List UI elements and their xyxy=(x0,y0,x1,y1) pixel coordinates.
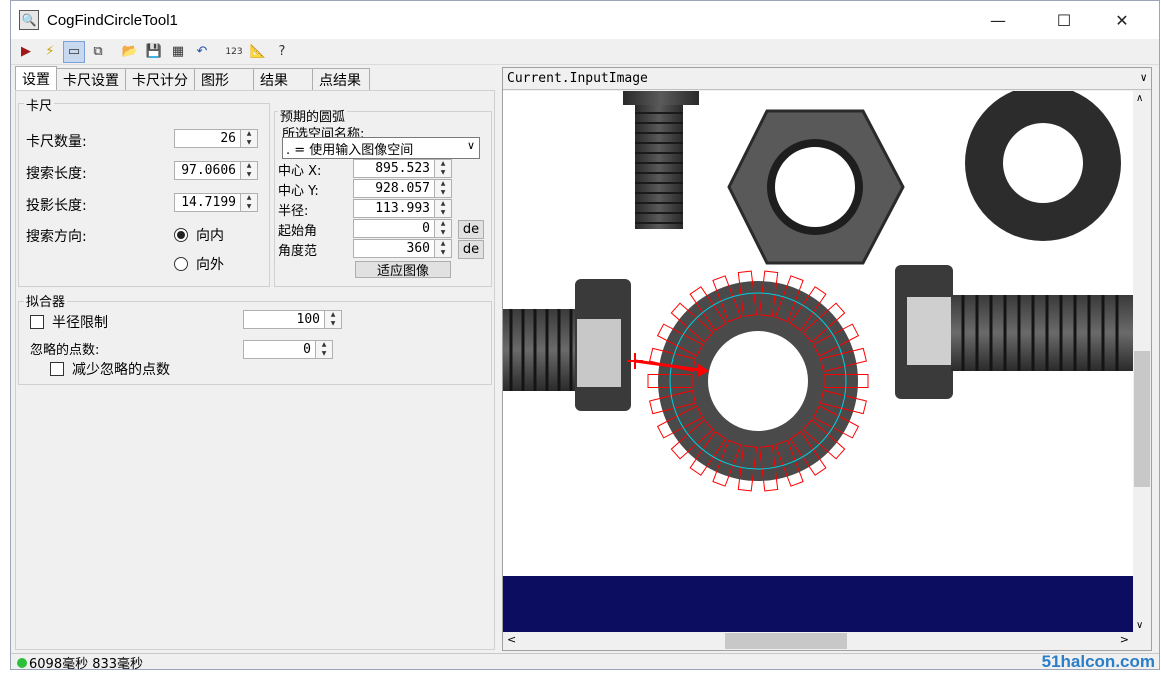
tab-caliper-scoring[interactable]: 卡尺计分 xyxy=(125,68,195,90)
search-length-value[interactable]: 97.0606 xyxy=(174,161,241,180)
start-angle-stepper[interactable]: 0 ▲ ▼ xyxy=(353,219,452,238)
start-angle-label: 起始角 xyxy=(278,224,318,239)
radius-label: 半径: xyxy=(278,204,309,219)
number-icon[interactable]: 123 xyxy=(223,41,245,63)
scroll-left-icon[interactable]: < xyxy=(507,633,516,646)
projection-length-label: 投影长度: xyxy=(26,198,87,214)
radius-limit-label: 半径限制 xyxy=(52,315,108,331)
toolbar: ▶ ⚡ ▭ ⧉ 📂 💾 ▦ ↶ 123 📐 ? xyxy=(11,39,1159,65)
horizontal-scroll-thumb[interactable] xyxy=(725,633,847,649)
status-text: 6098毫秒 833毫秒 xyxy=(29,657,144,672)
center-x-label: 中心 X: xyxy=(278,164,322,179)
image-source-value: Current.InputImage xyxy=(507,71,648,86)
chevron-down-icon: ∨ xyxy=(466,139,475,152)
watermark: 51halcon.com xyxy=(1041,652,1155,671)
image-canvas[interactable] xyxy=(503,91,1133,633)
tab-strip: 设置 卡尺设置 卡尺计分 图形 结果 点结果 xyxy=(15,66,370,90)
close-button[interactable]: ✕ xyxy=(1093,1,1151,39)
direction-outward-label: 向外 xyxy=(196,257,224,273)
tab-caliper-settings[interactable]: 卡尺设置 xyxy=(56,68,126,90)
open-icon[interactable]: 📂 xyxy=(119,41,141,63)
start-angle-value[interactable]: 0 xyxy=(353,219,435,238)
window-title: CogFindCircleTool1 xyxy=(47,11,178,29)
ignore-points-value[interactable]: 0 xyxy=(243,340,316,359)
ring-nut xyxy=(965,91,1121,241)
tab-graphics[interactable]: 图形 xyxy=(194,68,254,90)
image-display[interactable]: Current.InputImage ∨ ∧ ∨ < > xyxy=(502,67,1152,651)
radius-stepper[interactable]: 113.993 ▲ ▼ xyxy=(353,199,452,218)
center-x-value[interactable]: 895.523 xyxy=(353,159,435,178)
chevron-down-icon: ∨ xyxy=(1140,71,1147,84)
angle-span-label: 角度范 xyxy=(278,244,318,259)
center-y-stepper[interactable]: 928.057 ▲ ▼ xyxy=(353,179,452,198)
washer xyxy=(658,281,858,481)
search-length-label: 搜索长度: xyxy=(26,166,87,182)
minimize-button[interactable]: — xyxy=(969,1,1027,39)
input-image xyxy=(503,91,1133,633)
direction-outward-radio[interactable]: 向外 xyxy=(174,254,224,274)
grid-icon[interactable]: ▦ xyxy=(167,41,189,63)
image-source-select[interactable]: Current.InputImage ∨ xyxy=(503,68,1151,90)
angle-span-unit-button[interactable]: de xyxy=(458,240,484,259)
save-icon[interactable]: 💾 xyxy=(143,41,165,63)
start-angle-unit-button[interactable]: de xyxy=(458,220,484,239)
title-bar: 🔍 CogFindCircleTool1 — ☐ ✕ xyxy=(11,1,1159,39)
caliper-count-value[interactable]: 26 xyxy=(174,129,241,148)
vertical-scroll-thumb[interactable] xyxy=(1134,351,1150,487)
center-y-value[interactable]: 928.057 xyxy=(353,179,435,198)
tab-results[interactable]: 结果 xyxy=(253,68,313,90)
search-direction-label: 搜索方向: xyxy=(26,229,87,245)
projection-length-stepper[interactable]: 14.7199 ▲ ▼ xyxy=(174,193,258,212)
scroll-down-icon[interactable]: ∨ xyxy=(1136,620,1143,631)
caliper-group-title: 卡尺 xyxy=(24,95,55,114)
settings-panel: 卡尺 卡尺数量: 26 ▲ ▼ 搜索长度: 97.0606 ▲ ▼ 投影长度: 14… xyxy=(15,90,495,650)
tab-point-results[interactable]: 点结果 xyxy=(312,68,370,90)
maximize-button[interactable]: ☐ xyxy=(1035,1,1093,39)
copy-icon[interactable]: ⧉ xyxy=(87,41,109,63)
reduce-ignored-label: 减少忽略的点数 xyxy=(72,362,170,378)
direction-inward-label: 向内 xyxy=(196,228,224,244)
blue-band xyxy=(503,576,1133,633)
space-name-select[interactable]: . = 使用输入图像空间 ∨ xyxy=(282,137,480,159)
projection-length-value[interactable]: 14.7199 xyxy=(174,193,241,212)
help-icon[interactable]: ? xyxy=(271,41,293,63)
view-icon[interactable]: ▭ xyxy=(63,40,85,63)
center-x-stepper[interactable]: 895.523 ▲ ▼ xyxy=(353,159,452,178)
direction-inward-radio[interactable]: 向内 xyxy=(174,225,224,245)
scroll-up-icon[interactable]: ∧ xyxy=(1136,93,1143,104)
reset-icon[interactable]: ↶ xyxy=(191,41,213,63)
tab-settings[interactable]: 设置 xyxy=(15,66,57,90)
ruler-icon[interactable]: 📐 xyxy=(247,41,269,63)
lightning-icon[interactable]: ⚡ xyxy=(39,41,61,63)
run-icon[interactable]: ▶ xyxy=(15,41,37,63)
fitter-group-title: 拟合器 xyxy=(24,291,68,310)
search-length-stepper[interactable]: 97.0606 ▲ ▼ xyxy=(174,161,258,180)
radius-limit-value[interactable]: 100 xyxy=(243,310,325,329)
fit-image-button[interactable]: 适应图像 xyxy=(355,261,451,279)
radius-limit-stepper[interactable]: 100 ▲ ▼ xyxy=(243,310,342,329)
caliper-count-label: 卡尺数量: xyxy=(26,134,87,150)
status-bar: 6098毫秒 833毫秒 xyxy=(11,653,1159,672)
status-led-icon xyxy=(17,657,27,668)
space-name-value: . = 使用输入图像空间 xyxy=(286,142,414,158)
scroll-right-icon[interactable]: > xyxy=(1120,633,1129,646)
vertical-scrollbar[interactable]: ∧ ∨ xyxy=(1133,91,1151,633)
caliper-count-stepper[interactable]: 26 ▲ ▼ xyxy=(174,129,258,148)
ignore-points-label: 忽略的点数: xyxy=(30,343,100,358)
ignore-points-stepper[interactable]: 0 ▲ ▼ xyxy=(243,340,333,359)
reduce-ignored-checkbox[interactable]: 减少忽略的点数 xyxy=(50,359,170,379)
angle-span-stepper[interactable]: 360 ▲ ▼ xyxy=(353,239,452,258)
radius-limit-checkbox[interactable]: 半径限制 xyxy=(30,312,108,332)
app-magnifier-icon: 🔍 xyxy=(19,10,39,30)
radius-value[interactable]: 113.993 xyxy=(353,199,435,218)
center-y-label: 中心 Y: xyxy=(278,184,319,199)
horizontal-scrollbar[interactable]: < > xyxy=(503,632,1133,650)
tool-window: 🔍 CogFindCircleTool1 — ☐ ✕ ▶ ⚡ ▭ ⧉ 📂 💾 ▦… xyxy=(10,0,1160,672)
angle-span-value[interactable]: 360 xyxy=(353,239,435,258)
